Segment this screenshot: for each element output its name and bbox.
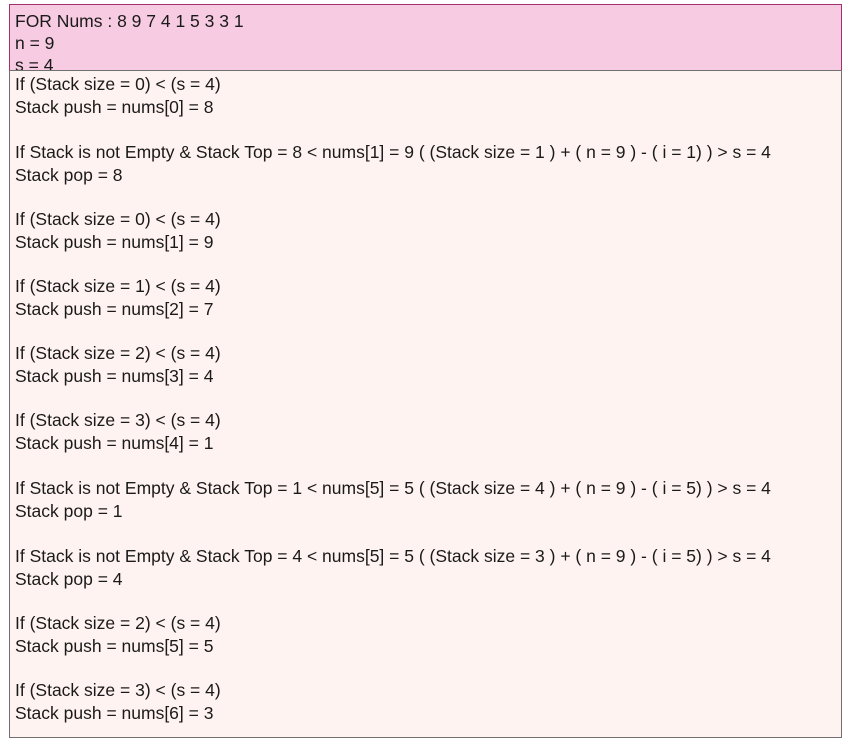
step-action: Stack push = nums[1] = 9 (15, 231, 214, 252)
step-condition: If Stack is not Empty & Stack Top = 8 < … (15, 142, 771, 162)
step-block: If (Stack size = 3) < (s = 4) Stack push… (15, 679, 840, 724)
nums-line: FOR Nums : 8 9 7 4 1 5 3 3 1 (15, 11, 244, 31)
step-condition: If (Stack size = 0) < (s = 4) (15, 209, 221, 229)
header-panel: FOR Nums : 8 9 7 4 1 5 3 3 1 n = 9 s = 4 (9, 4, 842, 71)
step-condition: If (Stack size = 3) < (s = 4) (15, 680, 221, 700)
step-block: If (Stack size = 2) < (s = 4) Stack push… (15, 342, 840, 387)
step-action: Stack pop = 1 (15, 500, 123, 521)
steps-log: If (Stack size = 0) < (s = 4) Stack push… (9, 70, 842, 738)
step-action: Stack push = nums[0] = 8 (15, 96, 214, 117)
step-block: If (Stack size = 2) < (s = 4) Stack push… (15, 612, 840, 657)
step-block: If Stack is not Empty & Stack Top = 8 < … (15, 141, 840, 186)
step-action: Stack pop = 8 (15, 164, 123, 185)
step-block: If (Stack size = 0) < (s = 4) Stack push… (15, 73, 840, 118)
s-line: s = 4 (15, 55, 54, 71)
step-condition: If (Stack size = 2) < (s = 4) (15, 613, 221, 633)
step-condition: If (Stack size = 0) < (s = 4) (15, 74, 221, 94)
step-block: If Stack is not Empty & Stack Top = 4 < … (15, 545, 840, 590)
step-action: Stack pop = 4 (15, 568, 123, 589)
n-line: n = 9 (15, 33, 55, 53)
step-condition: If (Stack size = 2) < (s = 4) (15, 343, 221, 363)
step-condition: If (Stack size = 1) < (s = 4) (15, 276, 221, 296)
step-action: Stack push = nums[2] = 7 (15, 298, 214, 319)
step-condition: If (Stack size = 3) < (s = 4) (15, 410, 221, 430)
step-block: If Stack is not Empty & Stack Top = 1 < … (15, 477, 840, 522)
step-block: If (Stack size = 1) < (s = 4) Stack push… (15, 275, 840, 320)
step-condition: If Stack is not Empty & Stack Top = 4 < … (15, 546, 771, 566)
step-block: If (Stack size = 3) < (s = 4) Stack push… (15, 409, 840, 454)
step-condition: If Stack is not Empty & Stack Top = 1 < … (15, 478, 771, 498)
step-action: Stack push = nums[3] = 4 (15, 365, 214, 386)
step-action: Stack push = nums[5] = 5 (15, 635, 214, 656)
step-block: If (Stack size = 0) < (s = 4) Stack push… (15, 208, 840, 253)
step-action: Stack push = nums[6] = 3 (15, 702, 214, 723)
step-action: Stack push = nums[4] = 1 (15, 432, 214, 453)
